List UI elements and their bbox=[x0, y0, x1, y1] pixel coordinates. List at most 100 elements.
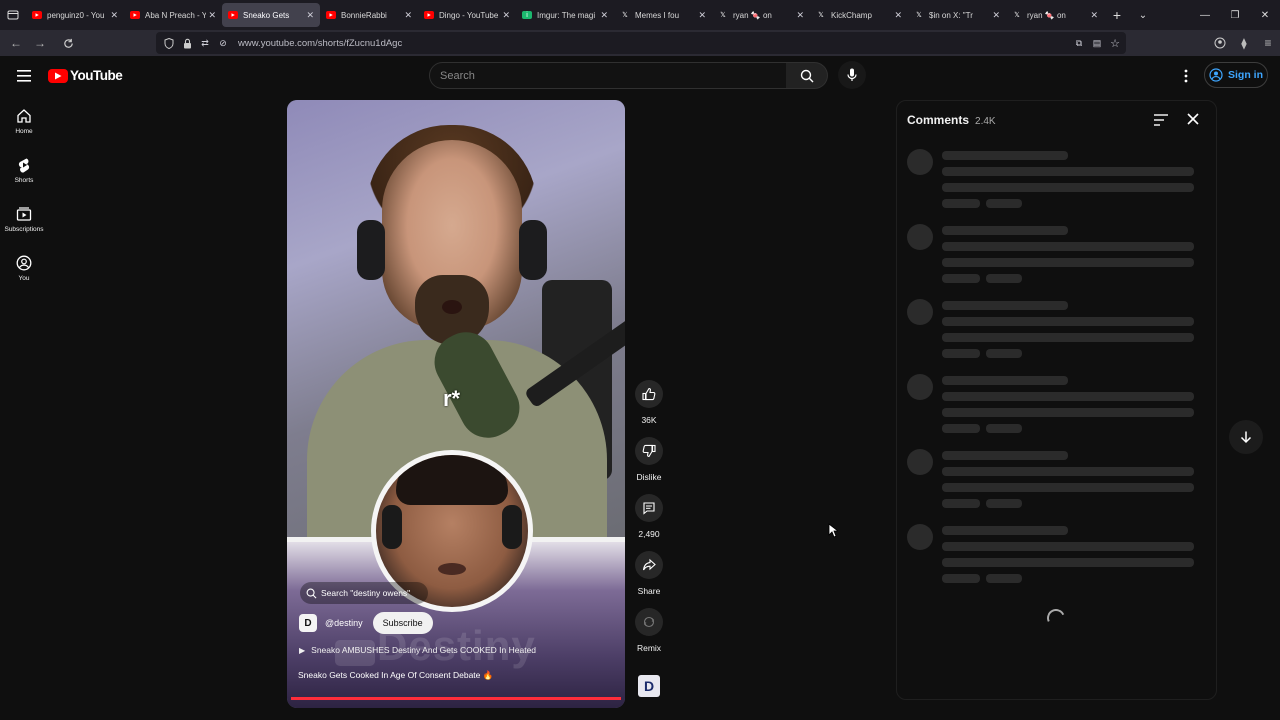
address-bar[interactable]: ⇄ ⊘ www.youtube.com/shorts/fZucnu1dAgc ⧉… bbox=[156, 32, 1126, 54]
skeleton-placeholder bbox=[942, 558, 1194, 567]
tab-title: Aba N Preach - Y bbox=[145, 10, 206, 20]
youtube-favicon-icon bbox=[326, 11, 336, 19]
tab-close-icon[interactable]: ✕ bbox=[794, 10, 804, 21]
autoplay-blocked-icon[interactable]: ⊘ bbox=[214, 34, 232, 52]
browser-tab[interactable]: Sneako Gets ✕ bbox=[222, 3, 320, 27]
browser-tab[interactable]: 𝕏ryan 🍬 on ✕ bbox=[1006, 3, 1104, 27]
related-search-pill[interactable]: Search "destiny owens" bbox=[300, 582, 428, 604]
next-short-button[interactable] bbox=[1229, 420, 1263, 454]
browser-tab[interactable]: penguinz0 - You ✕ bbox=[26, 3, 124, 27]
browser-tab[interactable]: Dingo - YouTube ✕ bbox=[418, 3, 516, 27]
sidebar-item-home[interactable]: Home bbox=[0, 100, 48, 149]
skeleton-placeholder bbox=[942, 258, 1194, 267]
share-button[interactable]: Share bbox=[632, 551, 666, 596]
app-menu-icon[interactable]: ≡ bbox=[1256, 31, 1280, 55]
skeleton-placeholder bbox=[986, 199, 1022, 208]
skeleton-placeholder bbox=[942, 242, 1194, 251]
tab-close-icon[interactable]: ✕ bbox=[990, 10, 1000, 21]
window-controls: — ❐ ✕ bbox=[1190, 0, 1280, 30]
sidebar-item-label: Subscriptions bbox=[4, 226, 44, 233]
sort-comments-icon[interactable] bbox=[1153, 113, 1169, 127]
channel-avatar[interactable]: D bbox=[299, 614, 317, 632]
thumbs-up-icon bbox=[642, 387, 656, 401]
reload-icon[interactable] bbox=[56, 31, 80, 55]
voice-search-button[interactable] bbox=[838, 61, 866, 89]
subscribe-button[interactable]: Subscribe bbox=[372, 612, 433, 634]
browser-tab[interactable]: 𝕏 KickChamp ✕ bbox=[810, 3, 908, 27]
account-icon[interactable] bbox=[1208, 31, 1232, 55]
tab-close-icon[interactable]: ✕ bbox=[402, 10, 412, 21]
skeleton-placeholder bbox=[986, 424, 1022, 433]
window-close-icon[interactable]: ✕ bbox=[1250, 0, 1280, 30]
browser-tab[interactable]: 𝕏 Memes I fou ✕ bbox=[614, 3, 712, 27]
sign-in-button[interactable]: Sign in bbox=[1204, 62, 1268, 88]
arrow-down-icon bbox=[1240, 431, 1252, 444]
tab-overflow-chevron-icon[interactable]: ⌄ bbox=[1130, 10, 1156, 21]
new-tab-button[interactable]: + bbox=[1104, 7, 1130, 23]
skeleton-placeholder bbox=[986, 574, 1022, 583]
lock-icon[interactable] bbox=[178, 34, 196, 52]
search-button[interactable] bbox=[786, 62, 828, 89]
dislike-button[interactable]: Dislike bbox=[632, 437, 666, 482]
settings-kebab-icon[interactable] bbox=[1176, 64, 1196, 88]
browser-tab[interactable]: Aba N Preach - Y ✕ bbox=[124, 3, 222, 27]
sidebar-item-shorts[interactable]: Shorts bbox=[0, 149, 48, 198]
restore-icon[interactable]: ❐ bbox=[1220, 0, 1250, 30]
minimize-icon[interactable]: — bbox=[1190, 0, 1220, 30]
skeleton-placeholder bbox=[942, 483, 1194, 492]
browser-tab[interactable]: 𝕏ryan 🍬 on ✕ bbox=[712, 3, 810, 27]
browser-tab[interactable]: BonnieRabbi ✕ bbox=[320, 3, 418, 27]
url-text[interactable]: www.youtube.com/shorts/fZucnu1dAgc bbox=[238, 38, 402, 49]
comments-button[interactable]: 2,490 bbox=[632, 494, 666, 539]
browser-tab[interactable]: i Imgur: The magi ✕ bbox=[516, 3, 614, 27]
search-input[interactable]: Search bbox=[429, 62, 787, 89]
hamburger-menu-icon[interactable] bbox=[12, 64, 36, 88]
tab-close-icon[interactable]: ✕ bbox=[696, 10, 706, 21]
skeleton-placeholder bbox=[907, 524, 933, 550]
reader-view-icon[interactable]: ▤ bbox=[1088, 34, 1106, 52]
extensions-icon[interactable]: ⧫ bbox=[1232, 31, 1256, 55]
comments-header: Comments 2.4K bbox=[907, 113, 996, 127]
close-icon[interactable] bbox=[1185, 111, 1201, 127]
related-search-text: Search "destiny owens" bbox=[321, 588, 411, 598]
skeleton-placeholder bbox=[942, 499, 980, 508]
tab-close-icon[interactable]: ✕ bbox=[500, 10, 510, 21]
tab-close-icon[interactable]: ✕ bbox=[598, 10, 608, 21]
tab-list-button[interactable] bbox=[0, 0, 26, 30]
shorts-video-player[interactable]: Destiny r* Search "destiny owens" D @des… bbox=[287, 100, 625, 708]
pip-icon[interactable]: ⧉ bbox=[1070, 34, 1088, 52]
sound-channel-thumbnail[interactable]: D bbox=[638, 675, 660, 697]
video-title[interactable]: Sneako Gets Cooked In Age Of Consent Deb… bbox=[298, 670, 493, 681]
skeleton-placeholder bbox=[907, 149, 933, 175]
skeleton-placeholder bbox=[942, 199, 980, 208]
tab-close-icon[interactable]: ✕ bbox=[108, 10, 118, 21]
like-button[interactable]: 36K bbox=[632, 380, 666, 425]
bookmark-star-icon[interactable]: ☆ bbox=[1106, 34, 1124, 52]
tab-close-icon[interactable]: ✕ bbox=[206, 10, 216, 21]
tab-close-icon[interactable]: ✕ bbox=[892, 10, 902, 21]
youtube-logo[interactable]: YouTube bbox=[48, 68, 123, 83]
comments-title: Comments bbox=[907, 113, 970, 127]
video-progress-bar[interactable] bbox=[291, 697, 621, 700]
tab-title: Memes I fou bbox=[635, 10, 680, 20]
guest-headset-right-shape bbox=[502, 505, 522, 549]
tab-title: Sneako Gets bbox=[243, 10, 290, 20]
shield-icon[interactable] bbox=[160, 34, 178, 52]
tab-close-icon[interactable]: ✕ bbox=[304, 10, 314, 21]
permissions-icon[interactable]: ⇄ bbox=[196, 34, 214, 52]
sidebar-item-subscriptions[interactable]: Subscriptions bbox=[0, 198, 48, 247]
guest-headset-left-shape bbox=[382, 505, 402, 549]
channel-name[interactable]: @destiny bbox=[325, 618, 363, 628]
sidebar-item-you[interactable]: You bbox=[0, 247, 48, 296]
browser-tab[interactable]: 𝕏 $in on X: "Tr ✕ bbox=[908, 3, 1006, 27]
suggested-video-link[interactable]: ▶ Sneako AMBUSHES Destiny And Gets COOKE… bbox=[299, 645, 536, 655]
side-nav: Home Shorts Subscriptions You bbox=[0, 100, 48, 296]
remix-button[interactable]: Remix bbox=[632, 608, 666, 653]
loading-spinner-icon bbox=[1044, 606, 1068, 630]
guest-hair-shape bbox=[396, 455, 508, 505]
tab-title: KickChamp bbox=[831, 10, 872, 20]
tab-list-icon bbox=[7, 10, 19, 20]
back-icon[interactable]: ← bbox=[4, 31, 28, 55]
tab-close-icon[interactable]: ✕ bbox=[1088, 10, 1098, 21]
forward-icon[interactable]: → bbox=[28, 31, 52, 55]
